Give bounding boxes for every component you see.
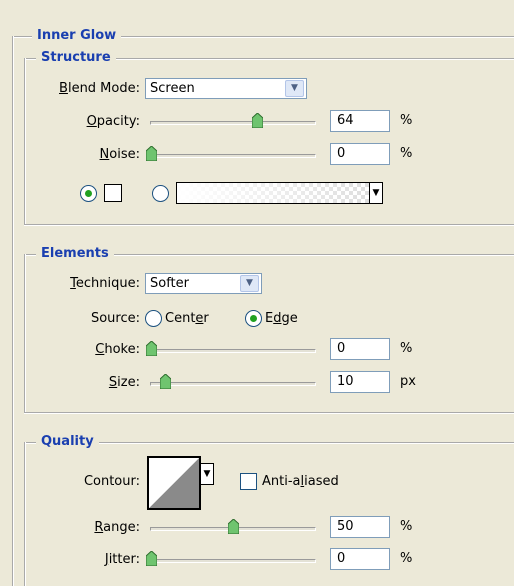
choke-input[interactable]: 0 [330, 338, 390, 360]
choke-slider-thumb[interactable] [146, 341, 157, 356]
blend-mode-value: Screen [150, 81, 195, 96]
elements-frame-bottom [24, 412, 514, 414]
range-unit: % [400, 519, 413, 534]
chevron-down-icon[interactable]: ▼ [240, 275, 259, 292]
inner-glow-title: Inner Glow [32, 28, 122, 44]
anti-aliased-label: Anti-aliased [262, 474, 339, 489]
jitter-label: Jitter: [104, 552, 140, 567]
jitter-slider-thumb[interactable] [146, 551, 157, 566]
blend-mode-label: Blend Mode: [59, 81, 140, 96]
gradient-radio[interactable] [152, 185, 169, 202]
gradient-preview[interactable] [176, 182, 370, 204]
source-center-label: Center [165, 311, 209, 326]
noise-unit: % [400, 146, 413, 161]
size-slider-thumb[interactable] [160, 374, 171, 389]
source-label: Source: [90, 311, 140, 326]
opacity-input[interactable]: 64 [330, 110, 390, 132]
contour-dropdown-arrow-icon[interactable]: ▼ [200, 463, 214, 485]
structure-frame-left [24, 58, 26, 224]
solid-color-radio[interactable] [80, 185, 97, 202]
size-label: Size: [108, 375, 140, 390]
source-edge-label: Edge [265, 311, 298, 326]
range-slider-thumb[interactable] [228, 519, 239, 534]
structure-frame-bottom [24, 224, 514, 226]
quality-title: Quality [36, 434, 99, 450]
size-unit: px [400, 374, 416, 389]
elements-frame-left [24, 254, 26, 412]
gradient-dropdown-arrow-icon[interactable]: ▼ [369, 182, 383, 204]
source-edge-radio[interactable] [245, 310, 262, 327]
choke-slider-track[interactable] [150, 349, 316, 353]
source-center-radio[interactable] [145, 310, 162, 327]
noise-slider-track[interactable] [150, 154, 316, 158]
glow-color-swatch[interactable] [104, 184, 122, 202]
technique-label: Technique: [70, 276, 140, 291]
structure-title: Structure [36, 50, 116, 66]
noise-slider-thumb[interactable] [146, 146, 157, 161]
noise-input[interactable]: 0 [330, 143, 390, 165]
jitter-input[interactable]: 0 [330, 548, 390, 570]
blend-mode-select[interactable]: Screen ▼ [145, 78, 307, 99]
linear-contour-icon [149, 458, 199, 508]
technique-value: Softer [150, 276, 189, 291]
opacity-slider-thumb[interactable] [252, 113, 263, 128]
quality-frame-left [24, 442, 26, 586]
elements-title: Elements [36, 246, 114, 262]
chevron-down-icon[interactable]: ▼ [285, 80, 304, 97]
jitter-slider-track[interactable] [150, 559, 316, 563]
size-slider-track[interactable] [150, 382, 316, 386]
jitter-unit: % [400, 551, 413, 566]
size-input[interactable]: 10 [330, 371, 390, 393]
anti-aliased-checkbox[interactable] [240, 473, 257, 490]
contour-label: Contour: [83, 474, 140, 489]
choke-label: Choke: [95, 342, 140, 357]
opacity-unit: % [400, 113, 413, 128]
technique-select[interactable]: Softer ▼ [145, 273, 262, 294]
noise-label: Noise: [99, 147, 140, 162]
contour-preview[interactable] [147, 456, 201, 510]
opacity-label: Opacity: [86, 114, 140, 129]
opacity-slider-track[interactable] [150, 121, 316, 125]
range-input[interactable]: 50 [330, 516, 390, 538]
choke-unit: % [400, 341, 413, 356]
inner-glow-frame-left [12, 36, 14, 586]
range-label: Range: [94, 520, 140, 535]
